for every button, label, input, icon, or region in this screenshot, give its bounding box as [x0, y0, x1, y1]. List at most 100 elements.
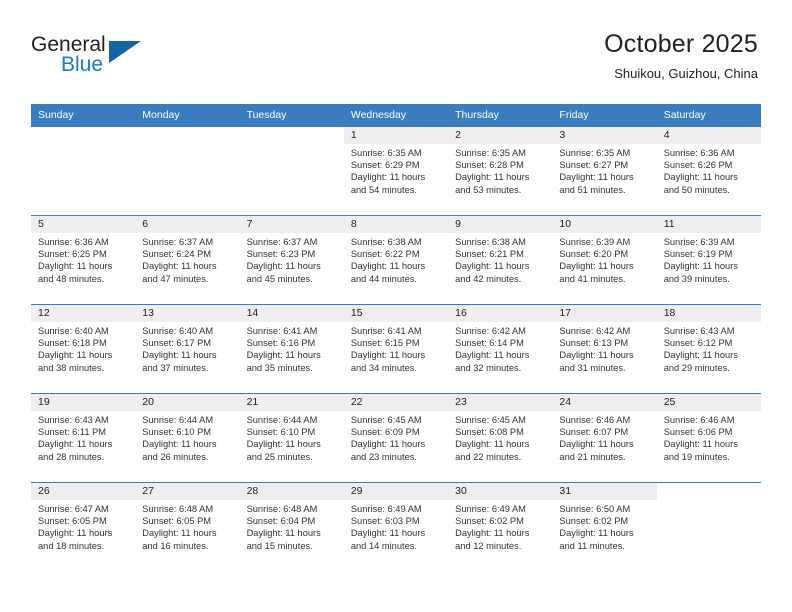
day-detail-daylight1: Daylight: 11 hours: [559, 528, 634, 539]
calendar-day-cell[interactable]: 3 Sunrise: 6:35 AM Sunset: 6:27 PM Daylight…: [552, 126, 657, 216]
day-detail-daylight1: Daylight: 11 hours: [663, 261, 738, 272]
day-detail-sunrise: Sunrise: 6:40 AM: [142, 326, 214, 336]
calendar-week-row: 1 Sunrise: 6:35 AM Sunset: 6:29 PM Daylight…: [31, 126, 761, 216]
day-details: Sunrise: 6:42 AM Sunset: 6:13 PM Daylight:…: [552, 322, 656, 374]
day-cell-inner: 20 Sunrise: 6:44 AM Sunset: 6:10 PM Dayligh…: [135, 394, 240, 482]
general-blue-logo[interactable]: General Blue: [31, 33, 161, 81]
calendar-day-cell[interactable]: 11 Sunrise: 6:39 AM Sunset: 6:19 PM Dayligh…: [656, 215, 761, 305]
day-detail-sunset: Sunset: 6:21 PM: [455, 249, 524, 260]
calendar-day-cell[interactable]: 28 Sunrise: 6:48 AM Sunset: 6:04 PM Dayligh…: [239, 482, 344, 571]
calendar-day-cell[interactable]: 23 Sunrise: 6:45 AM Sunset: 6:08 PM Dayligh…: [448, 393, 553, 483]
calendar-day-cell[interactable]: 20 Sunrise: 6:44 AM Sunset: 6:10 PM Dayligh…: [135, 393, 240, 483]
day-detail-daylight2: and 26 minutes.: [142, 451, 209, 462]
calendar-day-cell[interactable]: 7 Sunrise: 6:37 AM Sunset: 6:23 PM Daylight…: [239, 215, 344, 305]
calendar-day-cell[interactable]: 6 Sunrise: 6:37 AM Sunset: 6:24 PM Daylight…: [135, 215, 240, 305]
calendar-day-cell[interactable]: 29 Sunrise: 6:49 AM Sunset: 6:03 PM Dayligh…: [343, 482, 449, 571]
day-detail-daylight2: and 18 minutes.: [38, 540, 105, 551]
day-number: 12: [38, 307, 50, 319]
calendar-day-cell[interactable]: 19 Sunrise: 6:43 AM Sunset: 6:11 PM Dayligh…: [31, 393, 136, 483]
day-cell-inner: 8 Sunrise: 6:38 AM Sunset: 6:22 PM Daylight…: [343, 216, 449, 304]
day-details: Sunrise: 6:44 AM Sunset: 6:10 PM Daylight:…: [240, 411, 344, 463]
day-detail-sunrise: Sunrise: 6:47 AM: [38, 504, 109, 514]
day-detail-daylight1: Daylight: 11 hours: [246, 350, 321, 361]
calendar-day-cell[interactable]: 31 Sunrise: 6:50 AM Sunset: 6:02 PM Dayligh…: [552, 482, 657, 571]
day-number: 22: [350, 396, 363, 408]
day-detail-daylight1: Daylight: 11 hours: [350, 528, 426, 539]
day-number: 23: [455, 396, 467, 408]
day-detail-sunrise: Sunrise: 6:36 AM: [663, 148, 735, 158]
day-detail-sunrise: Sunrise: 6:42 AM: [455, 326, 526, 336]
day-detail-sunset: Sunset: 6:24 PM: [142, 249, 212, 260]
day-cell-inner: 31 Sunrise: 6:50 AM Sunset: 6:02 PM Dayligh…: [552, 483, 657, 571]
day-detail-daylight2: and 12 minutes.: [455, 540, 522, 551]
weekday-header-monday: Monday: [135, 104, 240, 127]
day-cell-inner: 14 Sunrise: 6:41 AM Sunset: 6:16 PM Dayligh…: [239, 305, 344, 393]
day-number: 30: [455, 485, 467, 497]
calendar-day-cell[interactable]: 24 Sunrise: 6:46 AM Sunset: 6:07 PM Dayligh…: [552, 393, 657, 483]
day-cell-inner: [240, 127, 344, 215]
day-detail-daylight2: and 53 minutes.: [455, 184, 522, 195]
calendar-day-cell[interactable]: 14 Sunrise: 6:41 AM Sunset: 6:16 PM Dayligh…: [239, 304, 344, 394]
day-details: Sunrise: 6:38 AM Sunset: 6:21 PM Daylight:…: [448, 233, 552, 285]
day-number: 17: [559, 307, 572, 319]
calendar-day-cell[interactable]: 2 Sunrise: 6:35 AM Sunset: 6:28 PM Daylight…: [448, 126, 553, 216]
day-detail-daylight1: Daylight: 11 hours: [142, 261, 217, 272]
calendar-day-cell[interactable]: 17 Sunrise: 6:42 AM Sunset: 6:13 PM Dayligh…: [552, 304, 657, 394]
day-details: Sunrise: 6:35 AM Sunset: 6:28 PM Daylight:…: [448, 144, 552, 196]
day-detail-sunrise: Sunrise: 6:43 AM: [663, 326, 735, 336]
calendar-day-cell[interactable]: 8 Sunrise: 6:38 AM Sunset: 6:22 PM Daylight…: [343, 215, 449, 305]
calendar-day-cell[interactable]: 13 Sunrise: 6:40 AM Sunset: 6:17 PM Dayligh…: [135, 304, 240, 394]
day-detail-sunset: Sunset: 6:18 PM: [38, 338, 107, 349]
day-detail-daylight1: Daylight: 11 hours: [350, 439, 426, 450]
day-detail-sunset: Sunset: 6:12 PM: [663, 338, 733, 349]
calendar-day-cell[interactable]: 5 Sunrise: 6:36 AM Sunset: 6:25 PM Daylight…: [31, 215, 136, 305]
calendar-day-cell[interactable]: 21 Sunrise: 6:44 AM Sunset: 6:10 PM Dayligh…: [239, 393, 344, 483]
calendar-day-cell[interactable]: 27 Sunrise: 6:48 AM Sunset: 6:05 PM Dayligh…: [135, 482, 240, 571]
day-detail-daylight1: Daylight: 11 hours: [350, 350, 426, 361]
calendar-day-cell[interactable]: 1 Sunrise: 6:35 AM Sunset: 6:29 PM Daylight…: [343, 126, 449, 216]
day-detail-sunrise: Sunrise: 6:48 AM: [142, 504, 214, 514]
day-details: Sunrise: 6:42 AM Sunset: 6:14 PM Daylight:…: [448, 322, 552, 374]
calendar-day-cell[interactable]: 9 Sunrise: 6:38 AM Sunset: 6:21 PM Daylight…: [448, 215, 553, 305]
day-detail-daylight2: and 16 minutes.: [142, 540, 209, 551]
day-cell-inner: 24 Sunrise: 6:46 AM Sunset: 6:07 PM Dayligh…: [552, 394, 657, 482]
weekday-header-sunday: Sunday: [31, 104, 136, 127]
calendar-day-cell[interactable]: 15 Sunrise: 6:41 AM Sunset: 6:15 PM Dayligh…: [343, 304, 449, 394]
day-detail-daylight1: Daylight: 11 hours: [455, 172, 530, 183]
logo-triangle-icon: [109, 41, 141, 63]
day-detail-daylight1: Daylight: 11 hours: [455, 439, 530, 450]
day-detail-daylight2: and 50 minutes.: [663, 184, 730, 195]
day-number: 7: [246, 218, 253, 230]
day-number: 4: [663, 129, 670, 141]
day-detail-daylight2: and 54 minutes.: [350, 184, 417, 195]
day-number: 9: [455, 218, 461, 230]
calendar-day-cell[interactable]: 22 Sunrise: 6:45 AM Sunset: 6:09 PM Dayligh…: [343, 393, 449, 483]
day-detail-sunset: Sunset: 6:05 PM: [142, 516, 212, 527]
calendar-body: 1 Sunrise: 6:35 AM Sunset: 6:29 PM Daylight…: [31, 126, 761, 571]
day-detail-sunrise: Sunrise: 6:37 AM: [246, 237, 318, 247]
calendar-day-cell[interactable]: 16 Sunrise: 6:42 AM Sunset: 6:14 PM Dayligh…: [448, 304, 553, 394]
day-detail-daylight1: Daylight: 11 hours: [246, 439, 321, 450]
calendar-week-row: 5 Sunrise: 6:36 AM Sunset: 6:25 PM Daylight…: [31, 215, 761, 305]
day-detail-sunset: Sunset: 6:17 PM: [142, 338, 212, 349]
day-details: Sunrise: 6:41 AM Sunset: 6:16 PM Daylight:…: [240, 322, 344, 374]
calendar-day-cell[interactable]: 4 Sunrise: 6:36 AM Sunset: 6:26 PM Daylight…: [656, 126, 761, 216]
calendar-header-row: Sunday Monday Tuesday Wednesday Thursday Frid…: [31, 104, 761, 127]
calendar-day-cell[interactable]: 26 Sunrise: 6:47 AM Sunset: 6:05 PM Dayligh…: [31, 482, 136, 571]
day-details: Sunrise: 6:46 AM Sunset: 6:07 PM Daylight:…: [552, 411, 656, 463]
day-details: Sunrise: 6:43 AM Sunset: 6:12 PM Daylight:…: [657, 322, 761, 374]
day-details: Sunrise: 6:36 AM Sunset: 6:25 PM Daylight:…: [31, 233, 135, 285]
day-detail-daylight2: and 48 minutes.: [38, 273, 105, 284]
calendar-week-row: 26 Sunrise: 6:47 AM Sunset: 6:05 PM Dayligh…: [31, 482, 761, 571]
calendar-day-cell[interactable]: 10 Sunrise: 6:39 AM Sunset: 6:20 PM Dayligh…: [552, 215, 657, 305]
calendar-day-cell[interactable]: 12 Sunrise: 6:40 AM Sunset: 6:18 PM Dayligh…: [31, 304, 136, 394]
calendar-day-cell[interactable]: 25 Sunrise: 6:46 AM Sunset: 6:06 PM Dayligh…: [656, 393, 761, 483]
day-cell-inner: 6 Sunrise: 6:37 AM Sunset: 6:24 PM Daylight…: [135, 216, 240, 304]
day-number: 19: [38, 396, 50, 408]
day-number: 14: [246, 307, 259, 319]
day-number: [240, 127, 344, 144]
calendar-day-cell[interactable]: 18 Sunrise: 6:43 AM Sunset: 6:12 PM Dayligh…: [656, 304, 761, 394]
day-detail-sunset: Sunset: 6:07 PM: [559, 427, 629, 438]
day-detail-sunrise: Sunrise: 6:42 AM: [559, 326, 631, 336]
calendar-day-cell[interactable]: 30 Sunrise: 6:49 AM Sunset: 6:02 PM Dayligh…: [448, 482, 553, 571]
